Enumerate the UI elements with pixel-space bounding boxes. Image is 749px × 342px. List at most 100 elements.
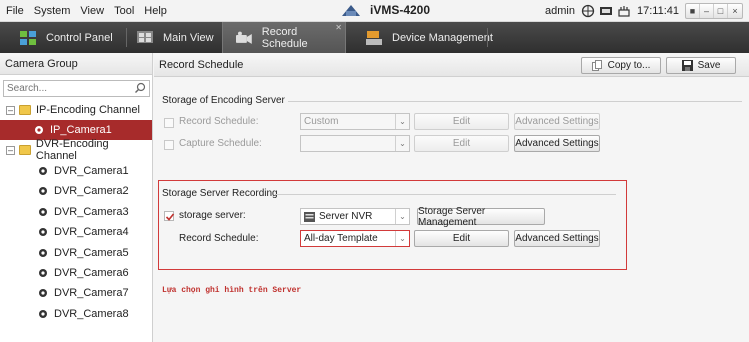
tab-separator xyxy=(487,28,488,47)
chevron-down-icon: ⌄ xyxy=(395,136,409,151)
camera-label: DVR_Camera6 xyxy=(54,267,129,279)
advanced-settings-button-capture[interactable]: Advanced Settings xyxy=(514,135,600,152)
advanced-settings-label: Advanced Settings xyxy=(515,233,599,244)
camera-icon xyxy=(39,310,47,318)
group-label: IP-Encoding Channel xyxy=(36,104,140,116)
copy-to-label: Copy to... xyxy=(607,60,651,71)
close-icon[interactable]: × xyxy=(728,4,742,18)
tree-camera-dvr-camera6[interactable]: DVR_Camera6 xyxy=(0,263,152,283)
storage-server-select[interactable]: Server NVR ⌄ xyxy=(300,208,410,225)
edit-button-encoding-record[interactable]: Edit xyxy=(414,113,509,130)
tree-camera-dvr-camera8[interactable]: DVR_Camera8 xyxy=(0,304,152,324)
record-schedule-checkbox-encoding[interactable] xyxy=(164,118,174,128)
tab-control-panel-label: Control Panel xyxy=(46,31,113,44)
record-schedule-icon xyxy=(236,31,252,44)
camera-label: DVR_Camera7 xyxy=(54,287,129,299)
memory-icon[interactable] xyxy=(617,4,631,18)
tree-camera-dvr-camera5[interactable]: DVR_Camera5 xyxy=(0,243,152,263)
collapse-icon[interactable]: – xyxy=(6,105,15,115)
camera-icon xyxy=(39,249,47,257)
menu-view[interactable]: View xyxy=(80,5,104,17)
save-label: Save xyxy=(697,60,721,71)
chevron-down-icon: ⌄ xyxy=(395,209,409,224)
lock-icon[interactable]: ■ xyxy=(686,4,700,18)
tab-record-schedule-label: Record Schedule xyxy=(261,25,308,50)
edit-button-capture[interactable]: Edit xyxy=(414,135,509,152)
search-icon[interactable] xyxy=(134,82,146,94)
camera-search-input[interactable] xyxy=(4,81,124,96)
server-record-schedule-label: Record Schedule: xyxy=(179,233,259,244)
edit-label: Edit xyxy=(452,138,471,149)
tab-control-panel[interactable]: Control Panel xyxy=(20,22,113,53)
capture-schedule-select[interactable]: ⌄ xyxy=(300,135,410,152)
camera-label: DVR_Camera2 xyxy=(54,185,129,197)
record-schedule-header: Record Schedule Copy to... Save xyxy=(154,53,749,77)
advanced-settings-button-server[interactable]: Advanced Settings xyxy=(514,230,600,247)
tree-camera-dvr-camera1[interactable]: DVR_Camera1 xyxy=(0,161,152,181)
camera-icon xyxy=(39,228,47,236)
record-schedule-select-encoding[interactable]: Custom ⌄ xyxy=(300,113,410,130)
storage-server-management-button[interactable]: Storage Server Management xyxy=(417,206,545,228)
storage-server-value: Server NVR xyxy=(319,211,373,222)
camera-label: DVR_Camera4 xyxy=(54,226,129,238)
record-schedule-body: Storage of Encoding Server Record Schedu… xyxy=(154,78,749,342)
advanced-settings-button-encoding-record[interactable]: Advanced Settings xyxy=(514,113,600,130)
camera-icon xyxy=(39,289,47,297)
tree-camera-dvr-camera2[interactable]: DVR_Camera2 xyxy=(0,181,152,201)
camera-icon xyxy=(39,167,47,175)
clock: 17:11:41 xyxy=(636,5,679,17)
folder-icon xyxy=(19,105,31,115)
tree-camera-dvr-camera7[interactable]: DVR_Camera7 xyxy=(0,283,152,303)
menu-bar: File System View Tool Help iVMS-4200 adm… xyxy=(0,0,749,22)
tree-camera-dvr-camera3[interactable]: DVR_Camera3 xyxy=(0,202,152,222)
capture-schedule-label: Capture Schedule: xyxy=(179,138,262,149)
tab-record-schedule[interactable]: Record Schedule ✕ xyxy=(222,22,346,53)
chevron-down-icon: ⌄ xyxy=(395,114,409,129)
camera-group-header: Camera Group xyxy=(0,53,152,75)
status-area: admin 17:11:41 ■ – □ × xyxy=(545,3,743,19)
tree-camera-ip-camera1[interactable]: IP_Camera1 xyxy=(0,120,152,140)
menu-file[interactable]: File xyxy=(6,5,24,17)
tab-device-management[interactable]: Device Management xyxy=(366,22,493,53)
tree-group-dvr-encoding[interactable]: – DVR-Encoding Channel xyxy=(0,138,152,162)
camera-icon xyxy=(35,126,43,134)
main-menu: File System View Tool Help xyxy=(6,5,177,17)
checkmark-icon xyxy=(165,213,175,221)
main-view-icon xyxy=(137,30,153,43)
section-divider xyxy=(288,101,742,102)
copy-to-button[interactable]: Copy to... xyxy=(581,57,661,74)
tab-close-icon[interactable]: ✕ xyxy=(335,23,342,32)
menu-system[interactable]: System xyxy=(34,5,71,17)
cpu-icon[interactable] xyxy=(599,4,613,18)
menu-tool[interactable]: Tool xyxy=(114,5,134,17)
tab-main-view[interactable]: Main View xyxy=(137,22,214,53)
tree-group-ip-encoding[interactable]: – IP-Encoding Channel xyxy=(0,100,152,120)
storage-server-checkbox[interactable] xyxy=(164,211,175,221)
app-logo-icon xyxy=(342,5,360,16)
network-icon[interactable] xyxy=(581,4,595,18)
capture-schedule-checkbox[interactable] xyxy=(164,140,174,150)
camera-icon xyxy=(39,187,47,195)
camera-label: DVR_Camera8 xyxy=(54,308,129,320)
storage-server-label: storage server: xyxy=(179,210,246,221)
server-recording-section-title: Storage Server Recording xyxy=(162,188,278,199)
camera-group-panel: Camera Group – IP-Encoding Channel IP_Ca… xyxy=(0,53,153,342)
camera-icon xyxy=(39,269,47,277)
edit-button-server[interactable]: Edit xyxy=(414,230,509,247)
save-button[interactable]: Save xyxy=(666,57,736,74)
maximize-icon[interactable]: □ xyxy=(714,4,728,18)
menu-help[interactable]: Help xyxy=(144,5,167,17)
control-panel-icon xyxy=(20,30,36,45)
copy-icon xyxy=(591,60,602,71)
camera-label: IP_Camera1 xyxy=(50,124,112,136)
chevron-down-icon: ⌄ xyxy=(395,231,409,246)
tree-camera-dvr-camera4[interactable]: DVR_Camera4 xyxy=(0,222,152,242)
annotation-note: Lựa chọn ghi hình trên Server xyxy=(162,286,302,295)
server-record-schedule-select[interactable]: All-day Template ⌄ xyxy=(300,230,410,247)
collapse-icon[interactable]: – xyxy=(6,145,15,155)
camera-label: DVR_Camera3 xyxy=(54,206,129,218)
encoding-server-section-title: Storage of Encoding Server xyxy=(162,95,285,106)
camera-icon xyxy=(39,208,47,216)
minimize-icon[interactable]: – xyxy=(700,4,714,18)
tab-separator xyxy=(126,28,127,47)
